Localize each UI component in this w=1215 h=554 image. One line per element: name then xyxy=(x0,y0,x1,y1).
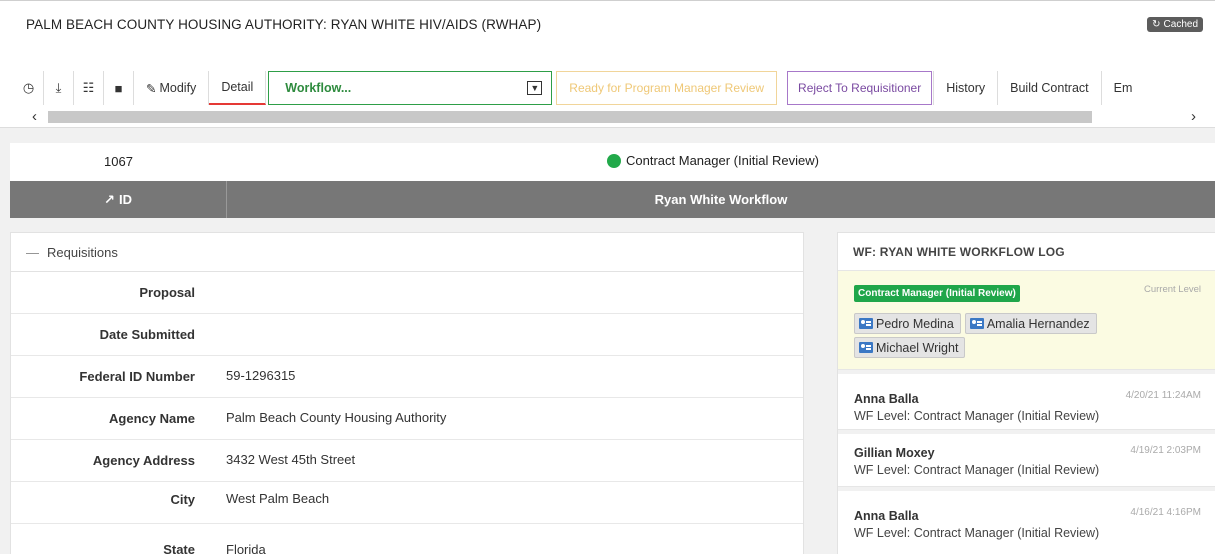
field-value: Palm Beach County Housing Authority xyxy=(226,410,447,425)
id-column-header[interactable]: ↗ ID xyxy=(10,181,227,218)
log-entry-time: 4/16/21 4:16PM xyxy=(1130,507,1201,518)
history-button[interactable]: History xyxy=(933,71,999,105)
field-label: Agency Name xyxy=(109,411,195,426)
grid-header: ↗ ID Ryan White Workflow xyxy=(10,181,1215,218)
workflow-select[interactable]: Workflow... ▼ xyxy=(268,71,553,105)
log-entry-user: Anna Balla xyxy=(854,392,919,406)
trash-icon[interactable]: ■ xyxy=(104,71,134,105)
page-header: PALM BEACH COUNTY HOUSING AUTHORITY: RYA… xyxy=(0,0,1215,128)
modify-button[interactable]: ✎ Modify xyxy=(134,71,210,105)
workflow-select-value: Workflow... xyxy=(285,81,352,95)
log-entry-user: Anna Balla xyxy=(854,509,919,523)
field-value: 3432 West 45th Street xyxy=(226,452,356,467)
log-entry: Anna Balla 4/16/21 4:16PM WF Level: Cont… xyxy=(838,487,1215,544)
field-label: Federal ID Number xyxy=(79,369,195,384)
field-date-submitted: Date Submitted xyxy=(11,314,803,356)
assignee-name: Michael Wright xyxy=(876,340,959,355)
field-label: Agency Address xyxy=(92,453,195,468)
log-entry: Gillian Moxey 4/19/21 2:03PM WF Level: C… xyxy=(838,430,1215,487)
log-entry-time: 4/20/21 11:24AM xyxy=(1125,390,1201,401)
field-value: 59-1296315 xyxy=(226,368,296,383)
log-entry-level: WF Level: Contract Manager (Initial Revi… xyxy=(854,409,1100,423)
chevron-left-icon[interactable]: ‹ xyxy=(32,108,37,125)
status-dot-icon xyxy=(607,153,621,168)
assignee-name: Pedro Medina xyxy=(876,316,954,331)
contact-card-icon xyxy=(859,318,873,329)
page-title: PALM BEACH COUNTY HOUSING AUTHORITY: RYA… xyxy=(26,17,542,32)
download-icon[interactable]: ⤓ xyxy=(44,71,74,105)
field-label: Date Submitted xyxy=(99,327,195,342)
log-entry-time: 4/19/21 2:03PM xyxy=(1130,445,1201,456)
refresh-icon: ↻ xyxy=(1152,19,1161,30)
workflow-status: Contract Manager (Initial Review) xyxy=(607,153,819,168)
field-value: Florida xyxy=(226,542,266,554)
log-entry: Anna Balla 4/20/21 11:24AM WF Level: Con… xyxy=(838,370,1215,430)
field-value: West Palm Beach xyxy=(226,491,330,506)
build-contract-button[interactable]: Build Contract xyxy=(998,71,1102,105)
id-column-label: ID xyxy=(118,192,132,207)
workflow-log-panel: WF: RYAN WHITE WORKFLOW LOG Contract Man… xyxy=(837,232,1215,554)
assignee-list: Pedro Medina Amalia Hernandez Michael Wr… xyxy=(854,313,1144,358)
reject-to-requisitioner-button[interactable]: Reject To Requisitioner xyxy=(787,71,933,105)
requisitions-title: Requisitions xyxy=(47,244,118,260)
assignee-chip[interactable]: Michael Wright xyxy=(854,337,966,358)
workflow-log-title: WF: RYAN WHITE WORKFLOW LOG xyxy=(838,233,1215,271)
requisitions-header[interactable]: — Requisitions xyxy=(11,233,803,272)
record-status-row: 1067 Contract Manager (Initial Review) xyxy=(10,143,1215,181)
cached-badge[interactable]: ↻ Cached xyxy=(1147,17,1203,32)
clock-icon[interactable]: ◷ xyxy=(14,71,44,105)
field-agency-address: Agency Address 3432 West 45th Street xyxy=(11,440,803,482)
workflow-status-label: Contract Manager (Initial Review) xyxy=(626,153,819,168)
ready-for-review-button[interactable]: Ready for Program Manager Review xyxy=(556,71,778,105)
current-level-box: Contract Manager (Initial Review) Curren… xyxy=(838,271,1215,370)
current-level-tag: Current Level xyxy=(1143,284,1201,295)
workflow-column-header[interactable]: Ryan White Workflow xyxy=(227,181,1215,218)
current-level-badge: Contract Manager (Initial Review) xyxy=(854,285,1020,302)
contact-card-icon xyxy=(859,342,873,353)
chevron-down-icon: ▼ xyxy=(527,81,543,95)
field-label: Proposal xyxy=(139,285,195,300)
chevron-right-icon[interactable]: › xyxy=(1191,108,1196,125)
log-entry-user: Gillian Moxey xyxy=(854,446,935,460)
field-federal-id: Federal ID Number 59-1296315 xyxy=(11,356,803,398)
qr-icon[interactable]: ☷ xyxy=(74,71,104,105)
field-label: City xyxy=(170,492,195,507)
requisitions-panel: — Requisitions Proposal Date Submitted F… xyxy=(10,232,804,554)
field-agency-name: Agency Name Palm Beach County Housing Au… xyxy=(11,398,803,440)
external-link-icon: ↗ xyxy=(104,191,115,207)
collapse-icon[interactable]: — xyxy=(26,245,39,260)
assignee-chip[interactable]: Amalia Hernandez xyxy=(964,313,1097,334)
field-city: City West Palm Beach xyxy=(11,482,803,524)
log-entry-level: WF Level: Contract Manager (Initial Revi… xyxy=(854,463,1100,477)
record-id[interactable]: 1067 xyxy=(104,154,133,169)
field-proposal: Proposal xyxy=(11,272,803,314)
scrollbar-thumb[interactable] xyxy=(48,111,1092,123)
tab-detail[interactable]: Detail xyxy=(209,71,267,105)
horizontal-scrollbar[interactable]: ‹ › xyxy=(26,108,1212,125)
field-state: State Florida xyxy=(11,524,803,554)
cached-label: Cached xyxy=(1163,19,1198,30)
log-entry-level: WF Level: Contract Manager (Initial Revi… xyxy=(854,526,1100,540)
assignee-name: Amalia Hernandez xyxy=(986,316,1090,331)
modify-label: Modify xyxy=(159,81,197,95)
header-divider xyxy=(0,0,1215,3)
contact-card-icon xyxy=(969,318,984,329)
overflow-button[interactable]: Em xyxy=(1102,71,1145,105)
assignee-chip[interactable]: Pedro Medina xyxy=(854,313,961,334)
field-label: State xyxy=(163,542,195,554)
toolbar: ◷ ⤓ ☷ ■ ✎ Modify Detail Workflow... ▼ Re… xyxy=(14,71,1144,105)
pencil-icon: ✎ xyxy=(146,81,157,96)
